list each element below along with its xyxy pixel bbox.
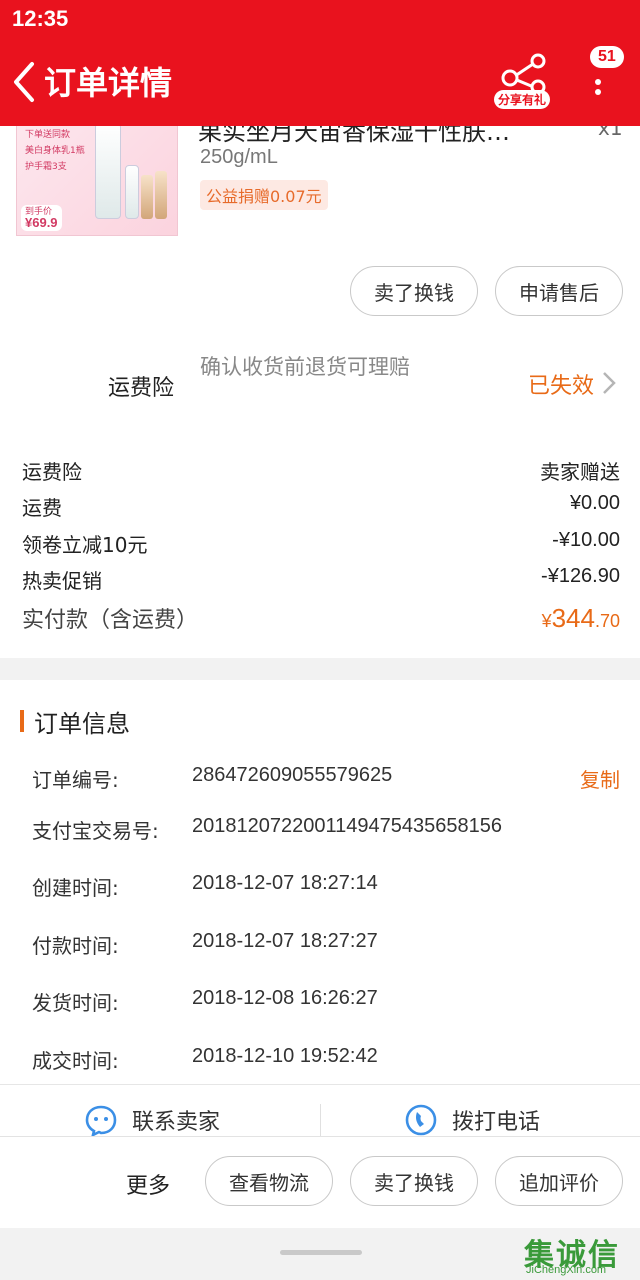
paid-integer: 344 [551, 603, 595, 633]
fee-value: -¥10.00 [552, 529, 620, 551]
image-promo-line1: 下单送同款 [25, 130, 71, 140]
info-label: 创建时间: [32, 876, 119, 900]
info-value: 2018-12-07 18:27:14 [192, 872, 378, 894]
sell-for-cash-button[interactable]: 卖了换钱 [350, 266, 478, 316]
product-image[interactable]: 下单送同款 美白身体乳1瓶 护手霜3支 到手价 ¥69.9 [16, 118, 178, 236]
sell-for-cash-bottom-button[interactable]: 卖了换钱 [350, 1156, 478, 1206]
status-time: 12:35 [12, 6, 69, 31]
order-detail-page: 下单送同款 美白身体乳1瓶 护手霜3支 到手价 ¥69.9 果实坐月天宙香保湿干… [0, 0, 640, 1280]
product-spec: 250g/mL [200, 146, 278, 168]
fee-label: 领卷立减10元 [22, 533, 148, 557]
fee-value: 卖家赠送 [540, 462, 620, 484]
view-logistics-button[interactable]: 查看物流 [205, 1156, 333, 1206]
page-title: 订单详情 [44, 64, 173, 102]
tube-graphic [155, 171, 167, 219]
message-count-badge: 51 [590, 46, 624, 68]
chevron-right-icon [603, 372, 616, 394]
apply-after-sale-button[interactable]: 申请售后 [495, 266, 623, 316]
paid-label: 实付款（含运费） [22, 608, 199, 633]
call-phone-button[interactable]: 拨打电话 [404, 1100, 540, 1140]
app-header: 12:35 订单详情 分享有礼 51 [0, 0, 640, 126]
image-price: ¥69.9 [25, 215, 58, 230]
info-value: 2018-12-10 19:52:42 [192, 1045, 378, 1067]
more-menu-button[interactable]: 更多 [126, 1168, 170, 1200]
fee-row: 运费险 卖家赠送 [22, 456, 620, 485]
section-divider [0, 658, 640, 680]
insurance-status: 已失效 [528, 374, 595, 399]
paid-row: 实付款（含运费） ¥344.70 [22, 602, 620, 634]
watermark-url: JiChengXin.com [526, 1264, 607, 1276]
image-promo-line2: 美白身体乳1瓶 [25, 146, 85, 156]
fee-row: 领卷立减10元 -¥10.00 [22, 529, 620, 558]
phone-icon [405, 1104, 437, 1136]
info-value: 2018120722001149475435658156 [192, 815, 502, 837]
info-label: 订单编号: [32, 768, 119, 792]
image-promo-line3: 护手霜3支 [25, 162, 67, 172]
paid-decimal: .70 [594, 611, 620, 631]
tube-graphic [141, 175, 153, 219]
info-label: 成交时间: [32, 1049, 119, 1073]
info-value: 286472609055579625 [192, 764, 393, 786]
fee-label: 热卖促销 [22, 569, 102, 593]
share-gift-tag: 分享有礼 [494, 90, 551, 109]
contact-seller-label: 联系卖家 [132, 1110, 221, 1135]
section-accent-bar [20, 710, 24, 732]
insurance-label: 运费险 [108, 376, 175, 401]
chat-icon [85, 1105, 117, 1137]
order-info-title: 订单信息 [34, 710, 130, 738]
image-price-tag: 到手价 ¥69.9 [21, 205, 62, 231]
info-value: 2018-12-08 16:26:27 [192, 987, 378, 1009]
info-label: 支付宝交易号: [32, 819, 159, 843]
call-phone-label: 拨打电话 [452, 1110, 541, 1135]
back-arrow-icon[interactable] [10, 60, 40, 104]
info-value: 2018-12-07 18:27:27 [192, 930, 378, 952]
fee-value: ¥0.00 [569, 492, 620, 514]
divider [320, 1104, 321, 1136]
bottle-graphic [95, 123, 121, 219]
fee-value: -¥126.90 [541, 565, 620, 587]
info-label: 付款时间: [32, 934, 119, 958]
paid-currency: ¥ [541, 611, 552, 631]
paid-amount: ¥344.70 [542, 603, 620, 634]
fee-row: 热卖促销 -¥126.90 [22, 565, 620, 594]
fee-row: 运费 ¥0.00 [22, 492, 620, 521]
divider [0, 1084, 640, 1085]
small-bottle-graphic [125, 165, 139, 219]
copy-button[interactable]: 复制 [580, 764, 620, 793]
watermark-logo: 集诚信 JiChengXin.com [524, 1230, 638, 1278]
contact-seller-button[interactable]: 联系卖家 [84, 1100, 220, 1140]
fee-label: 运费险 [22, 460, 82, 484]
insurance-description: 确认收货前退货可理赔 [200, 355, 410, 379]
share-button[interactable]: 分享有礼 [494, 52, 556, 114]
home-indicator[interactable] [280, 1250, 362, 1255]
fee-label: 运费 [22, 496, 62, 520]
add-review-button[interactable]: 追加评价 [495, 1156, 623, 1206]
donation-badge: 公益捐赠0.07元 [200, 180, 328, 210]
info-label: 发货时间: [32, 991, 119, 1015]
